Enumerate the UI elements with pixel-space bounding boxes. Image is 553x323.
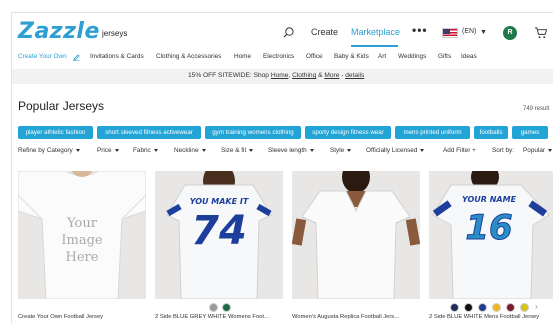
filter-fabric[interactable]: Fabric: [133, 147, 158, 154]
dropdown-arrow-icon: [309, 148, 314, 152]
filter-size-fit[interactable]: Size & fit: [221, 147, 254, 154]
create-link[interactable]: Create: [311, 27, 338, 37]
swatch-more-icon[interactable]: ›: [535, 302, 538, 311]
nav-invitations-cards[interactable]: Invitations & Cards: [90, 53, 144, 60]
promo-clothing-link[interactable]: Clothing: [292, 72, 316, 79]
user-avatar[interactable]: R: [503, 26, 517, 40]
nav-office[interactable]: Office: [306, 53, 323, 60]
product-title[interactable]: Create Your Own Football Jersey: [18, 314, 103, 320]
nav-home[interactable]: Home: [234, 53, 251, 60]
dropdown-arrow-icon: [75, 148, 80, 152]
product-card-create-your-own[interactable]: Your Image Here: [18, 171, 146, 299]
jersey-number: 74: [191, 208, 247, 254]
dropdown-arrow-icon: [347, 148, 352, 152]
add-filter-button[interactable]: Add Filter +: [443, 147, 476, 154]
nav-art[interactable]: Art: [378, 53, 386, 60]
sort-select[interactable]: Popular: [523, 147, 553, 154]
promo-more-link[interactable]: More: [324, 72, 339, 79]
jersey-number: 16: [465, 208, 513, 248]
language-label[interactable]: (EN): [462, 28, 476, 35]
nav-weddings[interactable]: Weddings: [398, 53, 426, 60]
filter-label: Neckline: [174, 147, 199, 154]
color-swatch-black[interactable]: [464, 303, 473, 312]
color-swatch-gold[interactable]: [492, 303, 501, 312]
promo-text: 15% OFF SITEWIDE: Shop Home, Clothing & …: [188, 72, 364, 79]
jersey-name-text: YOUR NAME: [461, 195, 517, 204]
chip-short-sleeved-activewear[interactable]: short sleeved fitness activewear: [97, 126, 201, 139]
sort-by-label: Sort by:: [492, 147, 515, 154]
color-swatch-navy[interactable]: [450, 303, 459, 312]
product-title[interactable]: 2 Side BLUE GREY WHITE Womens Foot...: [155, 314, 269, 320]
placeholder-line: Your: [67, 216, 97, 231]
site-header: Zazzle Create Marketplace ••• (EN) ▼ R: [12, 13, 553, 53]
color-swatch-royal[interactable]: [478, 303, 487, 312]
dropdown-arrow-icon: [420, 148, 425, 152]
image-placeholder-text: Your Image Here: [18, 215, 146, 266]
zazzle-logo[interactable]: Zazzle: [18, 19, 100, 44]
filter-label: Fabric: [133, 147, 151, 154]
product-title[interactable]: Women's Augusta Replica Football Jers...: [292, 314, 399, 320]
color-swatch-green[interactable]: [222, 303, 231, 312]
dropdown-arrow-icon: [114, 148, 119, 152]
filter-label: Refine by Category: [18, 147, 73, 154]
placeholder-line: Image: [61, 233, 103, 248]
chevron-down-icon[interactable]: ▼: [480, 29, 487, 36]
promo-home-link[interactable]: Home: [271, 72, 289, 79]
color-swatch-yellow[interactable]: [520, 303, 529, 312]
color-swatch-grey[interactable]: [209, 303, 218, 312]
promo-banner: 15% OFF SITEWIDE: Shop Home, Clothing & …: [12, 69, 553, 84]
chip-gym-training-clothing[interactable]: gym training womens clothing: [205, 126, 301, 139]
dropdown-arrow-icon: [201, 148, 206, 152]
promo-prefix: 15% OFF SITEWIDE: Shop: [188, 72, 271, 79]
more-menu-button[interactable]: •••: [412, 23, 428, 37]
nav-electronics[interactable]: Electronics: [263, 53, 294, 60]
filter-category[interactable]: Refine by Category: [18, 147, 80, 154]
product-title[interactable]: 2 Side BLUE WHITE Mens Football Jersey: [429, 314, 539, 320]
filter-neckline[interactable]: Neckline: [174, 147, 206, 154]
cart-icon[interactable]: [534, 26, 547, 39]
filter-label: Price: [97, 147, 112, 154]
zazzle-page: Zazzle Create Marketplace ••• (EN) ▼ R C…: [11, 12, 553, 323]
filter-price[interactable]: Price: [97, 147, 119, 154]
filter-officially-licensed[interactable]: Officially Licensed: [366, 147, 425, 154]
page-title: Popular Jerseys: [18, 99, 105, 113]
chip-sporty-design-fitness[interactable]: sporty design fitness wear: [305, 126, 391, 139]
placeholder-line: Here: [65, 250, 99, 265]
chip-footballs[interactable]: footballs: [474, 126, 508, 139]
filter-label: Style: [330, 147, 345, 154]
nav-ideas[interactable]: Ideas: [461, 53, 477, 60]
filter-sleeve-length[interactable]: Sleeve length: [268, 147, 314, 154]
filter-style[interactable]: Style: [330, 147, 352, 154]
product-image: [292, 171, 420, 299]
promo-details-link[interactable]: details: [345, 72, 364, 79]
chip-player-athletic-fashion[interactable]: player athletic fashion: [18, 126, 93, 139]
category-nav: Create Your Own Invitations & Cards Clot…: [12, 53, 553, 67]
filter-bar: Refine by Category Price Fabric Neckline…: [18, 147, 553, 157]
filter-label: Sleeve length: [268, 147, 307, 154]
nav-clothing-accessories[interactable]: Clothing & Accessories: [156, 53, 221, 60]
marketplace-link[interactable]: Marketplace: [351, 27, 400, 37]
dropdown-arrow-icon: [548, 148, 553, 152]
nav-gifts[interactable]: Gifts: [438, 53, 451, 60]
filter-label: Officially Licensed: [366, 147, 418, 154]
chip-games[interactable]: games: [512, 126, 548, 139]
us-flag-icon[interactable]: [442, 28, 458, 38]
sort-value: Popular: [523, 147, 546, 154]
dropdown-arrow-icon: [153, 148, 158, 152]
product-card-womens-football-jersey[interactable]: YOU MAKE IT 74: [155, 171, 283, 299]
product-card-augusta-replica-jersey[interactable]: [292, 171, 420, 299]
chip-mens-printed-uniform[interactable]: mens printed uniform: [395, 126, 470, 139]
filter-label: Size & fit: [221, 147, 247, 154]
color-swatch-maroon[interactable]: [506, 303, 515, 312]
nav-baby-kids[interactable]: Baby & Kids: [334, 53, 369, 60]
marketplace-active-indicator: [351, 45, 398, 47]
result-count: 749 result: [523, 106, 550, 112]
nav-create-your-own[interactable]: Create Your Own: [18, 53, 67, 60]
search-input[interactable]: [102, 23, 298, 43]
product-card-mens-football-jersey[interactable]: YOUR NAME 16: [429, 171, 553, 299]
jersey-name-text: YOU MAKE IT: [189, 197, 249, 206]
search-icon[interactable]: [283, 27, 294, 38]
pencil-icon[interactable]: [73, 54, 80, 61]
dropdown-arrow-icon: [249, 148, 254, 152]
